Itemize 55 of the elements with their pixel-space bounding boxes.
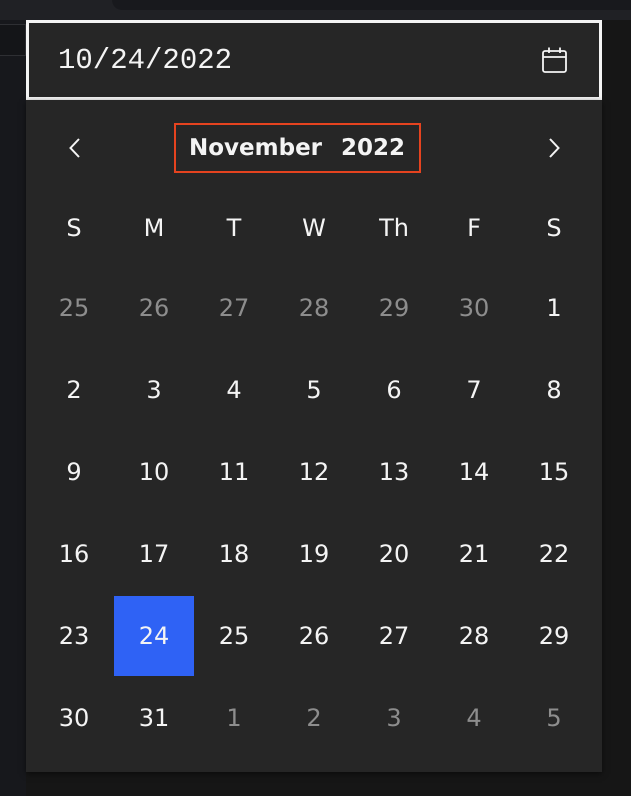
day-cell[interactable]: 17 (114, 514, 194, 594)
day-cell[interactable]: 9 (34, 432, 114, 512)
day-cell[interactable]: 25 (194, 596, 274, 676)
day-cell[interactable]: 29 (514, 596, 594, 676)
day-cell[interactable]: 3 (354, 678, 434, 758)
month-label: November (189, 135, 322, 161)
day-cell[interactable]: 5 (274, 350, 354, 430)
weekday-label: Th (379, 214, 409, 242)
day-cell[interactable]: 10 (114, 432, 194, 512)
chevron-left-icon (68, 138, 80, 158)
day-cell[interactable]: 7 (434, 350, 514, 430)
day-cell[interactable]: 20 (354, 514, 434, 594)
weekday-label: S (546, 214, 562, 242)
day-cell[interactable]: 4 (194, 350, 274, 430)
day-cell[interactable]: 26 (274, 596, 354, 676)
day-cell[interactable]: 12 (274, 432, 354, 512)
weekday-label: T (226, 214, 242, 242)
day-cell[interactable]: 1 (194, 678, 274, 758)
day-cell[interactable]: 2 (274, 678, 354, 758)
day-cell[interactable]: 13 (354, 432, 434, 512)
day-cell[interactable]: 2 (34, 350, 114, 430)
day-cell[interactable]: 19 (274, 514, 354, 594)
day-cell[interactable]: 30 (34, 678, 114, 758)
day-cell[interactable]: 27 (194, 268, 274, 348)
day-cell[interactable]: 14 (434, 432, 514, 512)
day-cell[interactable]: 4 (434, 678, 514, 758)
day-cell[interactable]: 1 (514, 268, 594, 348)
day-cell[interactable]: 29 (354, 268, 434, 348)
weekday-label: F (467, 214, 481, 242)
day-cell[interactable]: 30 (434, 268, 514, 348)
calendar-icon (542, 47, 567, 73)
day-cell[interactable]: 11 (194, 432, 274, 512)
year-label: 2022 (341, 135, 406, 161)
day-cell[interactable]: 16 (34, 514, 114, 594)
day-cell[interactable]: 26 (114, 268, 194, 348)
date-input-field[interactable]: 10/24/2022 (26, 20, 602, 100)
day-cell[interactable]: 24 (114, 596, 194, 676)
day-cell[interactable]: 31 (114, 678, 194, 758)
day-cell[interactable]: 5 (514, 678, 594, 758)
day-cell[interactable]: 27 (354, 596, 434, 676)
chevron-right-icon (548, 138, 560, 158)
day-cell[interactable]: 8 (514, 350, 594, 430)
weekday-label: S (66, 214, 82, 242)
day-cell[interactable]: 18 (194, 514, 274, 594)
day-cell[interactable]: 21 (434, 514, 514, 594)
weekday-label: W (302, 214, 326, 242)
day-cell[interactable]: 23 (34, 596, 114, 676)
day-cell[interactable]: 22 (514, 514, 594, 594)
day-cell[interactable]: 28 (434, 596, 514, 676)
weekday-label: M (144, 214, 164, 242)
day-cell[interactable]: 6 (354, 350, 434, 430)
day-cell[interactable]: 28 (274, 268, 354, 348)
day-cell[interactable]: 15 (514, 432, 594, 512)
day-cell[interactable]: 25 (34, 268, 114, 348)
day-cell[interactable]: 3 (114, 350, 194, 430)
